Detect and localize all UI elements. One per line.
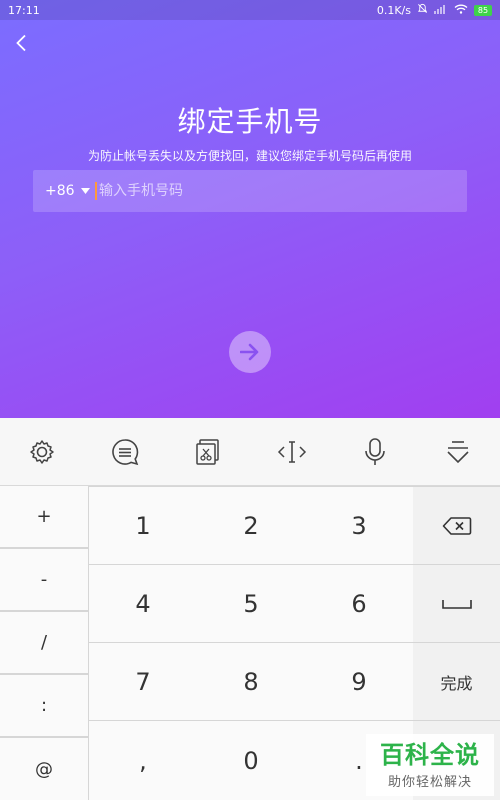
key-3[interactable]: 3 [305,487,413,564]
phone-number-input[interactable] [99,170,467,212]
status-bar: 17:11 0.1K/s 85 [0,0,500,20]
microphone-icon[interactable] [355,432,395,472]
hide-keyboard-icon[interactable] [438,432,478,472]
arrow-right-icon [240,343,259,361]
space-key[interactable] [413,565,500,642]
app-root: 17:11 0.1K/s 85 绑定手机号 为防止帐号丢失以及方便找回，建议您绑… [0,0,500,800]
country-code-label: +86 [45,183,75,199]
keyboard-toolbar [0,418,500,486]
key-comma[interactable]: , [89,721,197,800]
settings-icon[interactable] [22,432,62,472]
page-title: 绑定手机号 [177,105,323,138]
done-key[interactable]: 完成 [413,643,500,720]
caret-down-icon [80,188,90,194]
key-at[interactable]: @ [0,738,88,800]
key-4[interactable]: 4 [89,565,197,642]
key-7[interactable]: 7 [89,643,197,720]
cursor-move-icon[interactable] [272,432,312,472]
space-bar-icon [441,599,472,609]
key-2[interactable]: 2 [197,487,305,564]
key-9[interactable]: 9 [305,643,413,720]
key-1[interactable]: 1 [89,487,197,564]
wifi-icon [454,4,468,17]
key-8[interactable]: 8 [197,643,305,720]
backspace-icon [442,516,471,535]
clipboard-icon[interactable] [188,432,228,472]
status-time: 17:11 [8,3,40,17]
page-subtitle: 为防止帐号丢失以及方便找回，建议您绑定手机号码后再使用 [87,149,412,163]
status-right: 0.1K/s 85 [377,3,492,17]
bind-phone-panel: 17:11 0.1K/s 85 绑定手机号 为防止帐号丢失以及方便找回，建议您绑… [0,0,500,418]
key-colon[interactable]: : [0,675,88,736]
key-slash[interactable]: / [0,612,88,673]
text-cursor [95,182,97,200]
key-6[interactable]: 6 [305,565,413,642]
chevron-left-icon [16,34,26,52]
key-minus[interactable]: - [0,549,88,610]
emoji-chat-icon[interactable] [105,432,145,472]
alarm-off-icon [417,3,428,17]
network-speed: 0.1K/s [376,3,411,17]
phone-input-row: +86 [33,170,467,212]
key-0[interactable]: 0 [197,721,305,800]
back-button[interactable] [10,32,32,54]
country-code-selector[interactable]: +86 [33,183,95,199]
signal-icon [434,4,448,17]
battery-icon: 85 [474,4,492,16]
key-plus[interactable]: + [0,486,88,547]
symbol-column: + - / : @ [0,486,88,800]
watermark-logo: 百科全说 助你轻松解决 [366,734,494,796]
key-5[interactable]: 5 [197,565,305,642]
watermark-title: 百科全说 [380,740,480,769]
watermark-slogan: 助你轻松解决 [387,774,472,790]
backspace-key[interactable] [413,487,500,564]
next-button[interactable] [229,331,271,373]
